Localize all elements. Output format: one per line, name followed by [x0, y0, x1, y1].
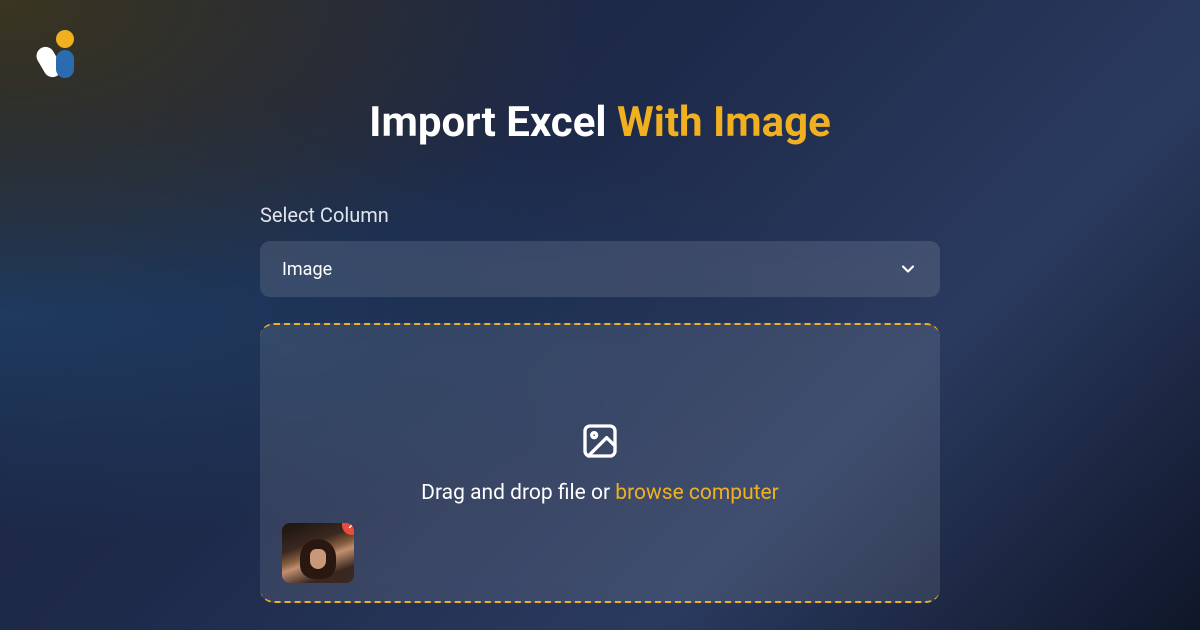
logo-shape [56, 50, 74, 78]
close-icon [347, 523, 354, 530]
logo-shape [56, 30, 74, 48]
title-part-2: With Image [617, 98, 831, 147]
column-label: Select Column [260, 203, 940, 227]
app-logo [32, 28, 82, 78]
uploaded-thumbnail [282, 523, 354, 583]
upload-instruction: Drag and drop file or [421, 481, 615, 505]
column-select-value: Image [282, 259, 332, 280]
browse-link[interactable]: browse computer [615, 481, 779, 505]
thumbnail-content [296, 535, 340, 583]
main-container: Import Excel With Image Select Column Im… [0, 0, 1200, 630]
column-select[interactable]: Image [260, 241, 940, 297]
page-title: Import Excel With Image [369, 98, 831, 147]
image-icon [580, 421, 620, 461]
remove-image-button[interactable] [342, 523, 354, 535]
form-area: Select Column Image Drag and drop file o… [260, 203, 940, 603]
upload-text: Drag and drop file or browse computer [421, 481, 779, 505]
chevron-down-icon [898, 259, 918, 279]
upload-dropzone[interactable]: Drag and drop file or browse computer [260, 323, 940, 603]
title-part-1: Import Excel [369, 98, 606, 147]
